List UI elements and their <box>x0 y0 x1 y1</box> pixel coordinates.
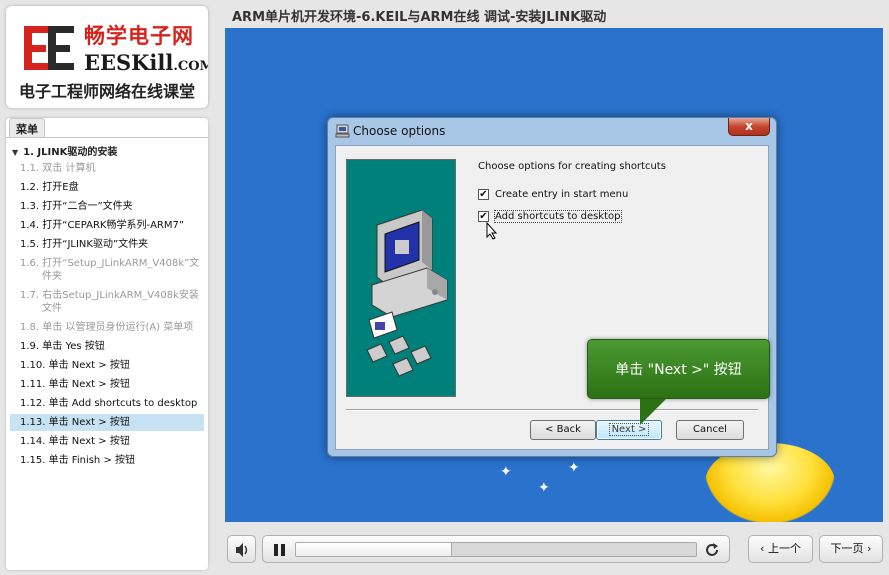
logo-panel: 畅学电子网 EESKill.COM 电子工程师网络在线课堂 <box>6 6 208 108</box>
replay-icon[interactable] <box>703 541 721 559</box>
option-start-menu[interactable]: ✔ Create entry in start menu <box>478 189 628 201</box>
menu-item[interactable]: 1.7. 右击Setup_JLinkARM_V408k安装文件 <box>10 287 204 317</box>
chevron-right-icon: › <box>863 542 872 555</box>
menu-divider <box>6 137 208 138</box>
brand-cn: 畅学电子网 <box>84 24 194 48</box>
dialog-title: Choose options <box>353 124 446 138</box>
menu-item[interactable]: 1.11. 单击 Next > 按钮 <box>10 376 204 393</box>
pause-icon[interactable] <box>274 544 286 556</box>
close-icon: x <box>745 119 753 133</box>
lesson-title: ARM单片机开发环境-6.KEIL与ARM在线 调试-安装JLINK驱动 <box>232 10 607 25</box>
brand-en: EESKill.COM <box>84 50 208 75</box>
prev-button[interactable]: ‹ 上一个 <box>748 535 813 563</box>
menu-panel: 菜单 ▼ 1. JLINK驱动的安装 1.1. 双击 计算机 1.2. 打开E盘 1.… <box>6 118 208 570</box>
triangle-down-icon: ▼ <box>12 148 19 157</box>
chevron-left-icon: ‹ <box>760 542 768 555</box>
option-label: Create entry in start menu <box>495 189 629 200</box>
menu-item[interactable]: 1.9. 单击 Yes 按钮 <box>10 338 204 355</box>
installer-icon <box>335 124 350 138</box>
volume-icon <box>236 543 248 557</box>
checkbox-start-menu[interactable]: ✔ <box>478 189 489 200</box>
callout-pointer <box>640 399 666 425</box>
menu-item[interactable]: 1.3. 打开“二合一”文件夹 <box>10 198 204 215</box>
menu-item[interactable]: 1.12. 单击 Add shortcuts to desktop <box>10 395 204 412</box>
sparkle-icon: ✦ <box>538 480 550 496</box>
menu-item[interactable]: 1.10. 单击 Next > 按钮 <box>10 357 204 374</box>
menu-item[interactable]: 1.4. 打开“CEPARK畅学系列-ARM7” <box>10 217 204 234</box>
progress-fill <box>296 543 452 556</box>
pointer-cursor-icon <box>486 222 498 240</box>
video-stage: ✦ ✦ ✦ Choose options x Choose options fo… <box>225 28 883 522</box>
wizard-side-image <box>346 159 456 397</box>
brand-subtitle: 电子工程师网络在线课堂 <box>18 82 195 101</box>
instruction-callout: 单击 "Next >" 按钮 <box>587 339 770 399</box>
sparkle-icon: ✦ <box>500 464 512 480</box>
menu-item[interactable]: 1.15. 单击 Finish > 按钮 <box>10 452 204 469</box>
brand-domain: .COM <box>173 59 208 74</box>
menu-item[interactable]: 1.2. 打开E盘 <box>10 179 204 196</box>
menu-tab[interactable]: 菜单 <box>9 118 45 137</box>
menu-item[interactable]: 1.6. 打开“Setup_JLinkARM_V408k”文件夹 <box>10 255 204 285</box>
menu-section-header[interactable]: ▼ 1. JLINK驱动的安装 <box>12 143 117 158</box>
next-page-label: 下一页 <box>830 542 864 555</box>
prev-label: 上一个 <box>767 542 801 555</box>
sparkle-icon: ✦ <box>568 460 580 476</box>
option-label: Add shortcuts to desktop <box>494 210 622 223</box>
menu-section-title: 1. JLINK驱动的安装 <box>23 147 118 158</box>
dialog-body: Choose options for creating shortcuts ✔ C… <box>335 145 769 450</box>
checkbox-desktop-shortcuts[interactable]: ✔ <box>478 211 489 222</box>
menu-item[interactable]: 1.8. 单击 以管理员身份运行(A) 菜单项 <box>10 319 204 336</box>
cancel-button[interactable]: Cancel <box>676 420 744 440</box>
option-desktop-shortcuts[interactable]: ✔ Add shortcuts to desktop <box>478 210 622 223</box>
menu-list: 1.1. 双击 计算机 1.2. 打开E盘 1.3. 打开“二合一”文件夹 1.4. … <box>10 160 204 471</box>
choose-options-dialog: Choose options x Choose options for crea… <box>327 117 777 457</box>
menu-item[interactable]: 1.1. 双击 计算机 <box>10 160 204 177</box>
menu-item[interactable]: 1.5. 打开“JLINK驱动”文件夹 <box>10 236 204 253</box>
close-button[interactable]: x <box>728 118 770 136</box>
computer-icon <box>366 209 448 377</box>
menu-item[interactable]: 1.13. 单击 Next > 按钮 <box>10 414 204 431</box>
next-page-button[interactable]: 下一页 › <box>819 535 883 563</box>
menu-item[interactable]: 1.14. 单击 Next > 按钮 <box>10 433 204 450</box>
volume-button[interactable] <box>227 535 256 563</box>
options-heading: Choose options for creating shortcuts <box>478 161 666 172</box>
button-separator <box>346 409 758 411</box>
back-button[interactable]: < Back <box>530 420 596 440</box>
playback-bar <box>262 535 730 563</box>
progress-track[interactable] <box>295 542 697 557</box>
ee-logo-icon <box>24 26 74 70</box>
